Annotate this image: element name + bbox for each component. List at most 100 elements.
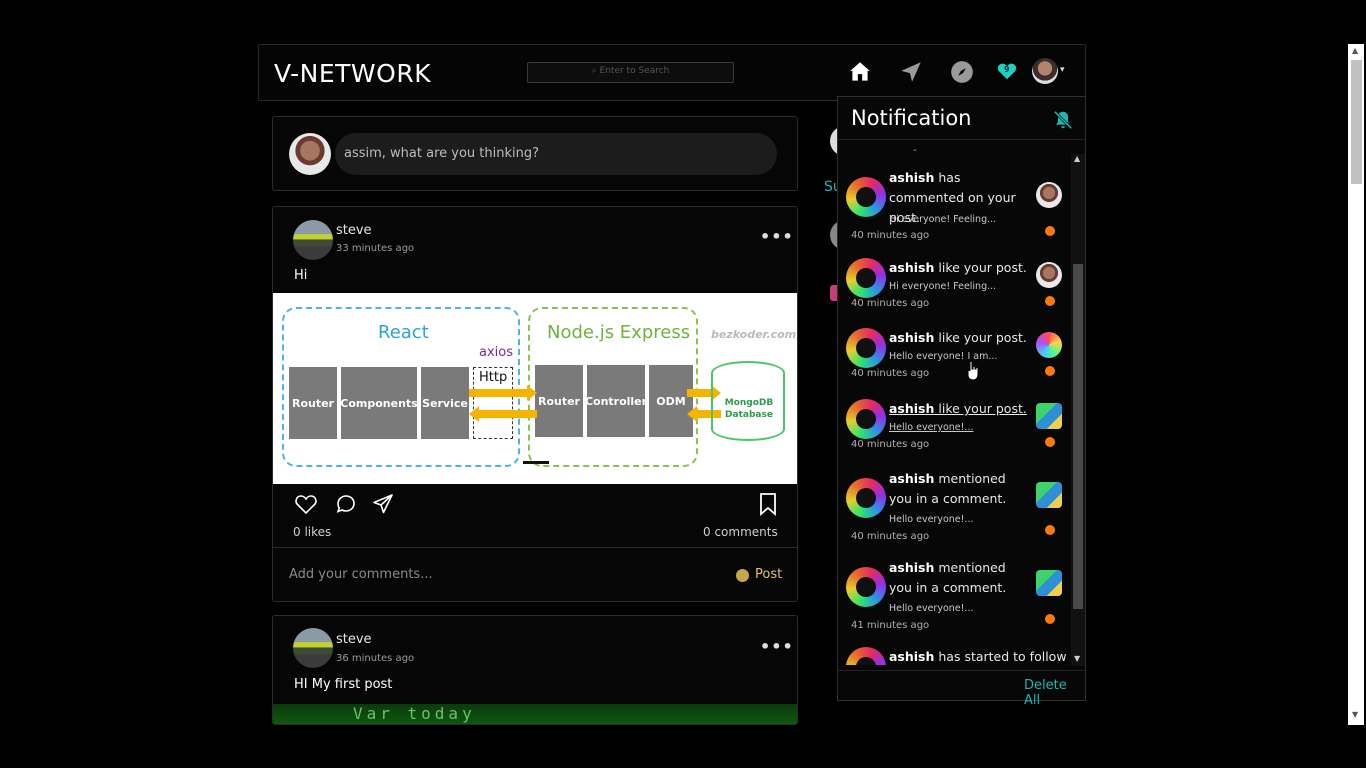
home-icon[interactable] <box>847 59 873 85</box>
comment-bar: Add your comments... Post <box>273 547 797 601</box>
brand-logo[interactable]: V-NETWORK <box>274 59 431 88</box>
post-author-avatar[interactable] <box>293 220 333 260</box>
scrollbar-thumb[interactable] <box>1351 60 1362 184</box>
search-placeholder: ⌕ Enter to Search <box>591 66 670 76</box>
list-dash: - <box>913 145 917 156</box>
notification-time: 40 minutes ago <box>851 368 930 379</box>
notification-snippet: Hello everyone!... <box>889 514 974 525</box>
post-image-code-text: Var today <box>353 704 476 723</box>
post-card: steve 36 minutes ago ••• HI My first pos… <box>272 615 798 725</box>
scroll-down-icon[interactable]: ▼ <box>1352 710 1358 719</box>
post-image[interactable]: React Node.js Express bezkoder.com axios… <box>273 293 797 484</box>
post-image[interactable] <box>273 704 797 724</box>
notification-item[interactable]: ashish like your post. Hello everyone! I… <box>838 328 1071 390</box>
notification-time: 40 minutes ago <box>851 439 930 450</box>
status-input[interactable]: assim, what are you thinking? <box>335 133 777 175</box>
post-timestamp: 36 minutes ago <box>336 653 415 664</box>
more-options-icon[interactable]: ••• <box>760 637 794 656</box>
more-options-icon[interactable]: ••• <box>760 227 794 246</box>
explore-icon[interactable] <box>949 59 975 85</box>
diagram-box: Controller <box>585 365 647 437</box>
notification-item[interactable]: ashish like your post. Hello everyone!..… <box>838 399 1071 461</box>
bookmark-icon[interactable] <box>758 492 778 516</box>
post-caption: HI My first post <box>294 677 393 692</box>
post-author-name[interactable]: steve <box>336 632 372 647</box>
unread-dot <box>1045 525 1055 535</box>
scrollbar-thumb[interactable] <box>1073 264 1083 609</box>
notification-avatar <box>1036 332 1062 358</box>
notification-snippet: Hi everyone! Feeling... <box>889 214 997 225</box>
post-comment-button[interactable]: Post <box>755 567 782 582</box>
notification-time: 40 minutes ago <box>851 531 930 542</box>
composer-avatar[interactable] <box>289 133 331 175</box>
notification-text: ashish like your post. <box>889 401 1027 416</box>
post-caption: Hi <box>294 268 308 283</box>
diagram-watermark: bezkoder.com <box>711 328 797 341</box>
notification-text: ashish like your post. <box>889 330 1027 345</box>
page-scrollbar[interactable]: ▲ ▼ <box>1348 44 1364 725</box>
notification-snippet: Hi everyone! Feeling... <box>889 281 997 292</box>
user-avatar[interactable] <box>1032 58 1058 84</box>
emoji-icon[interactable] <box>736 569 749 582</box>
unread-dot <box>1045 366 1055 376</box>
notification-avatar <box>1036 403 1062 429</box>
notification-list: - ashish has commented on your post. Hi … <box>838 145 1071 665</box>
diagram-axios-label: axios <box>479 345 513 360</box>
scroll-up-icon[interactable]: ▲ <box>1074 154 1080 163</box>
post-author-name[interactable]: steve <box>336 223 372 238</box>
notification-item[interactable]: ashish mentioned you in a comment. Hello… <box>838 469 1071 549</box>
notification-avatar <box>1036 262 1062 288</box>
notification-title: Notification <box>851 106 972 130</box>
notification-scrollbar[interactable]: ▲ ▼ <box>1071 154 1085 666</box>
notification-post-thumbnail <box>846 177 886 217</box>
notification-text: ashish like your post. <box>889 260 1027 275</box>
diagram-dash <box>523 461 549 464</box>
notification-post-thumbnail <box>846 328 886 368</box>
send-icon[interactable] <box>898 59 924 85</box>
unread-dot <box>1045 614 1055 624</box>
navbar: V-NETWORK ⌕ Enter to Search 9 ▾ <box>258 44 1086 101</box>
notification-snippet: Hello everyone! I am... <box>889 351 998 362</box>
notification-post-thumbnail <box>846 478 886 518</box>
heart-badge-count: 9 <box>1004 65 1010 74</box>
share-send-icon[interactable] <box>370 492 396 516</box>
post-author-avatar[interactable] <box>293 628 333 668</box>
notification-text: ashish mentioned you in a comment. <box>889 560 1007 595</box>
chevron-down-icon[interactable]: ▾ <box>1060 65 1065 75</box>
diagram-arrow <box>687 389 711 397</box>
diagram-box: Router <box>289 367 337 439</box>
notification-text: ashish mentioned you in a comment. <box>889 471 1007 506</box>
diagram-arrow <box>479 410 537 418</box>
diagram-arrow <box>469 389 527 397</box>
notification-item[interactable]: ashish has commented on your post. Hi ev… <box>838 168 1071 241</box>
diagram-arrow-head <box>527 385 537 401</box>
diagram-db-label: Database <box>725 410 773 420</box>
notification-item[interactable]: ashish has started to follow <box>838 647 1071 665</box>
heart-icon[interactable]: 9 <box>996 60 1018 82</box>
delete-all-button[interactable]: Delete All <box>1024 678 1085 708</box>
comment-icon[interactable] <box>333 492 359 516</box>
notification-item[interactable]: ashish like your post. Hi everyone! Feel… <box>838 258 1071 320</box>
likes-count[interactable]: 0 likes <box>293 525 331 539</box>
comments-count[interactable]: 0 comments <box>703 525 778 539</box>
diagram-db-label: MongoDB <box>724 398 774 408</box>
bell-off-icon[interactable] <box>1052 109 1074 131</box>
notification-snippet: Hello everyone!... <box>889 603 974 614</box>
post-timestamp: 33 minutes ago <box>336 243 415 254</box>
like-heart-icon[interactable] <box>293 492 319 516</box>
scroll-down-icon[interactable]: ▼ <box>1074 654 1080 663</box>
status-placeholder: assim, what are you thinking? <box>344 146 540 161</box>
search-input[interactable]: ⌕ Enter to Search <box>527 62 734 83</box>
scroll-up-icon[interactable]: ▲ <box>1352 46 1358 55</box>
notification-time: 40 minutes ago <box>851 298 930 309</box>
notification-item[interactable]: ashish mentioned you in a comment. Hello… <box>838 558 1071 638</box>
diagram-box: Components <box>340 367 418 439</box>
post-card: steve 33 minutes ago ••• Hi React Node.j… <box>272 206 798 602</box>
notification-panel: Notification - ashish has commented on y… <box>837 96 1086 708</box>
diagram-http-label: Http <box>479 370 508 385</box>
notification-avatar <box>1036 482 1062 508</box>
unread-dot <box>1045 226 1055 236</box>
unread-dot <box>1045 296 1055 306</box>
comment-input[interactable]: Add your comments... <box>289 567 433 582</box>
diagram-arrow-head <box>687 406 697 422</box>
